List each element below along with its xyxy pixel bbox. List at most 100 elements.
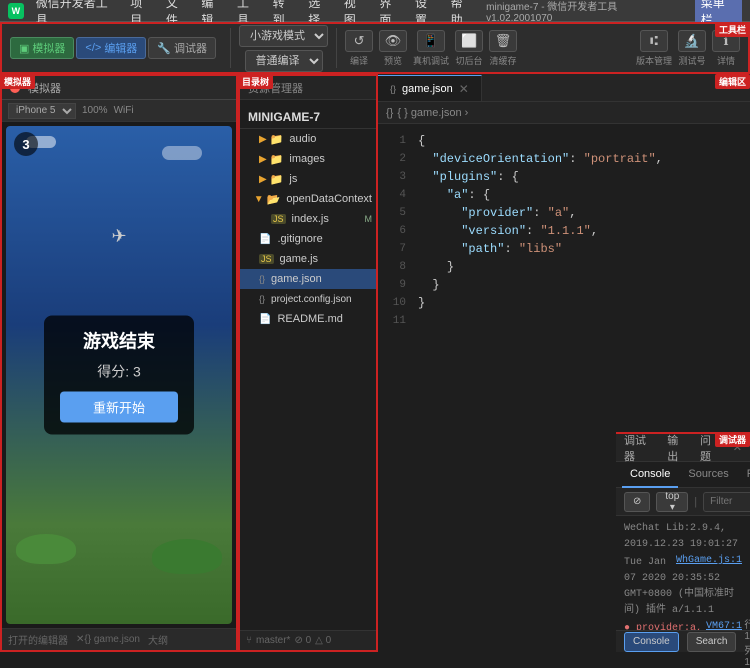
debug-panel: 调试器 调试器 输出 问题 ✕ Console Sources Performa… [616, 432, 750, 652]
console-tab-performance[interactable]: Performance [739, 462, 750, 488]
line-num-6: 6 [382, 222, 406, 240]
outline-label: 大纲 [148, 632, 168, 647]
toolbar-actions: ↺ 编译 👁 预览 📱 真机调试 ⬜ 切后台 🗑 清缓存 [345, 30, 517, 67]
top-select-button[interactable]: top ▾ [656, 492, 688, 512]
mode-select[interactable]: 小游戏模式 [239, 25, 328, 47]
line-num-8: 8 [382, 258, 406, 276]
player-plane: ✈ [111, 226, 126, 247]
tree-item-audio[interactable]: ▶ 📁 audio [240, 129, 376, 149]
compile-label: 编译 [350, 54, 368, 67]
preview-button[interactable]: 👁 [379, 30, 407, 52]
filetree-body: MINIGAME-7 ▶ 📁 audio ▶ 📁 images ▶ 📁 js [240, 100, 376, 630]
debug-tab-output[interactable]: 输出 [667, 432, 688, 464]
toolbar-background-group: ⬜ 切后台 [455, 30, 483, 67]
log-line-1: WeChat Lib:2.9.4, 2019.12.23 19:01:27 Wh… [624, 520, 742, 554]
menu-bar: W 微信开发者工具 项目 文件 编辑 工具 转到 选择 视图 界面 设置 帮助 … [0, 0, 750, 22]
console-toolbar: ⊘ top ▾ | Default levels ▾ 2 hidden [616, 488, 750, 516]
toolbar-preview-group: 👁 预览 [379, 30, 407, 67]
phone-screen: ✈ 3 游戏结束 得分: 3 重新开始 [6, 126, 232, 624]
cursor-position: 行 1, 列 1 [744, 616, 750, 668]
footer-search-tab[interactable]: Search [687, 632, 737, 652]
console-tab-sources[interactable]: Sources [680, 462, 736, 488]
code-line-8: } [418, 258, 742, 276]
editor-tab-gamejson[interactable]: {} game.json ✕ [378, 75, 482, 101]
folder-icon-opendata: ▼ [254, 194, 264, 205]
tree-item-gamejs[interactable]: JS game.js [240, 249, 376, 269]
line-num-7: 7 [382, 240, 406, 258]
js-icon-index: JS [271, 214, 286, 224]
line-num-10: 10 [382, 294, 406, 312]
tree-item-readme[interactable]: 📄 README.md [240, 309, 376, 329]
debugger-btn-label: 调试器 [174, 40, 207, 56]
code-line-10: } [418, 294, 742, 312]
score-badge: 3 [14, 132, 38, 156]
file-icon-gitignore: 📄 [259, 234, 271, 245]
editor-button[interactable]: </> 编辑器 [76, 37, 146, 59]
tree-label-gamejson: game.json [271, 273, 322, 285]
simulator-btn-icon: ▣ [19, 42, 29, 55]
game-background: ✈ 3 游戏结束 得分: 3 重新开始 [6, 126, 232, 624]
main-layout: 模拟器 模拟器 iPhone 5 100% WiFi ✈ [0, 74, 750, 652]
background-label: 切后台 [456, 54, 483, 67]
simulator-btn-label: 模拟器 [32, 40, 65, 56]
filetree-footer: ⑂ master* ⊘ 0 △ 0 [240, 630, 376, 650]
simulator-header: 模拟器 [2, 76, 236, 100]
game-overlay: 游戏结束 得分: 3 重新开始 [44, 316, 194, 435]
tab-label-gamejson: game.json [402, 83, 453, 95]
compile-select[interactable]: 普通编译 [245, 50, 323, 72]
footer-git-icon: ⑂ [246, 635, 252, 646]
debugger-button[interactable]: 🔧 调试器 [148, 37, 216, 59]
footer-warnings: △ 0 [315, 635, 331, 646]
line-num-11: 11 [382, 312, 406, 330]
island-left [16, 534, 76, 564]
debug-tab-debugger[interactable]: 调试器 [624, 432, 655, 464]
footer-console-tab[interactable]: Console [624, 632, 679, 652]
breadcrumb-icon: {} [386, 107, 393, 119]
toolbar-sep: | [694, 496, 697, 508]
real-debug-button[interactable]: 📱 [417, 30, 445, 52]
tree-label-images: images [289, 153, 324, 165]
tree-item-opendata[interactable]: ▼ 📂 openDataContext [240, 189, 376, 209]
background-button[interactable]: ⬜ [455, 30, 483, 52]
log-file-1[interactable]: WhGame.js:1 [676, 553, 742, 569]
restart-button[interactable]: 重新开始 [60, 392, 178, 423]
line-num-9: 9 [382, 276, 406, 294]
footer-branch-label: master* [256, 635, 290, 646]
tree-item-gitignore[interactable]: 📄 .gitignore [240, 229, 376, 249]
clear-button[interactable]: 🗑 [489, 30, 517, 52]
toolbar-annotation: 工具栏 [715, 22, 750, 37]
code-line-9: } [418, 276, 742, 294]
simulator-button[interactable]: ▣ 模拟器 [10, 37, 74, 59]
debugger-btn-icon: 🔧 [157, 42, 171, 55]
simulator-panel: 模拟器 模拟器 iPhone 5 100% WiFi ✈ [0, 74, 238, 652]
filetree-annotation: 目录树 [238, 74, 273, 89]
tab-close-button[interactable]: ✕ [459, 82, 469, 96]
tree-item-projectconfig[interactable]: {} project.config.json [240, 289, 376, 309]
clear-label: 清缓存 [490, 54, 517, 67]
tree-item-indexjs[interactable]: JS index.js M [240, 209, 376, 229]
json-icon-game: {} [259, 274, 265, 284]
toolbar-real-debug-group: 📱 真机调试 [413, 30, 449, 67]
error-dot: ● [624, 623, 636, 630]
console-tab-console[interactable]: Console [622, 462, 678, 488]
debugger-annotation: 调试器 [715, 432, 750, 447]
footer-errors: ⊘ 0 [294, 635, 311, 646]
tree-item-js[interactable]: ▶ 📁 js [240, 169, 376, 189]
tree-item-images[interactable]: ▶ 📁 images [240, 149, 376, 169]
version-mgmt-button[interactable]: ⑆ [640, 30, 668, 52]
tree-label-gitignore: .gitignore [277, 233, 322, 245]
test-num-button[interactable]: 🔬 [678, 30, 706, 52]
log-file-2[interactable]: VM67:1 [706, 619, 742, 630]
editor-btn-label: 编辑器 [104, 40, 137, 56]
game-over-text: 游戏结束 [60, 328, 178, 354]
folder-color-icon-opendata: 📂 [267, 193, 281, 206]
device-select[interactable]: iPhone 5 [8, 103, 76, 119]
clear-console-button[interactable]: ⊘ [624, 492, 650, 512]
toolbar-mode-select-group: 小游戏模式 普通编译 [239, 25, 328, 72]
compile-button[interactable]: ↺ [345, 30, 373, 52]
toolbar-divider-2 [336, 28, 337, 68]
console-content: WeChat Lib:2.9.4, 2019.12.23 19:01:27 Wh… [616, 516, 750, 630]
filter-input[interactable] [703, 492, 750, 512]
tree-item-gamejson[interactable]: {} game.json [240, 269, 376, 289]
folder-color-icon-js: 📁 [270, 173, 284, 186]
